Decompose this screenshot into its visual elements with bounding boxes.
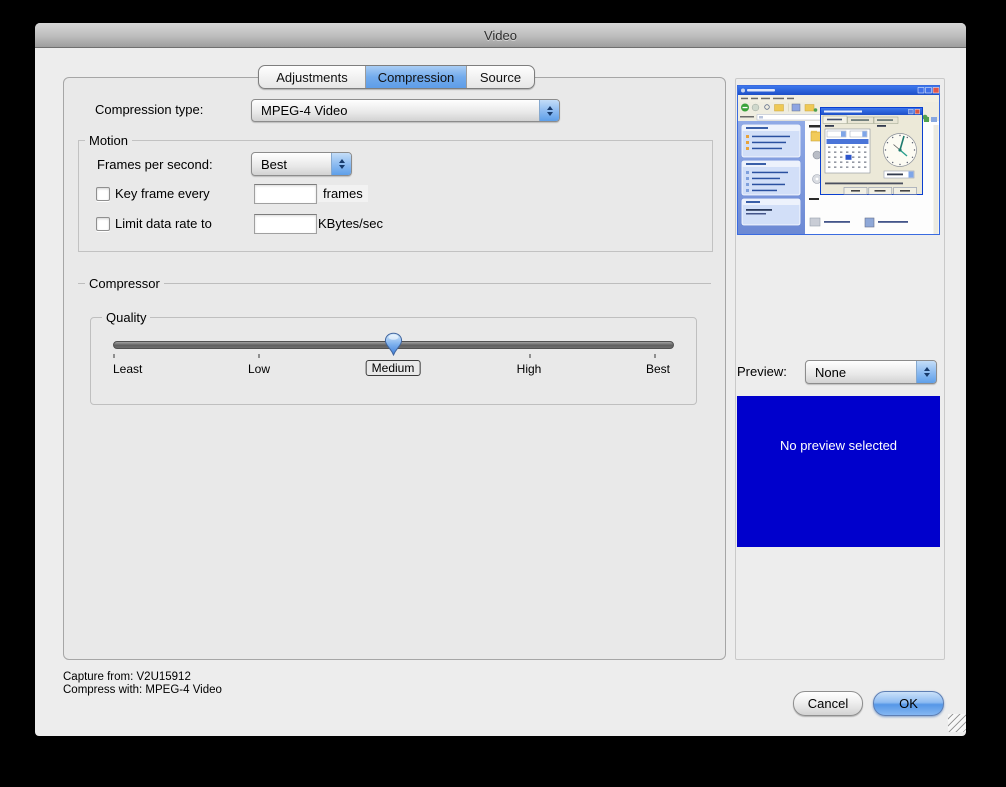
- fps-value: Best: [261, 153, 287, 175]
- key-frame-unit-label: frames: [318, 185, 368, 202]
- data-rate-field[interactable]: [254, 214, 317, 234]
- popup-stepper-icon: [539, 100, 559, 121]
- slider-tick: [654, 354, 656, 358]
- popup-stepper-icon: [916, 361, 936, 383]
- preview-display-area: No preview selected: [737, 396, 940, 547]
- resize-grip[interactable]: [948, 714, 966, 732]
- preview-popup[interactable]: None: [805, 360, 937, 384]
- compressor-separator: [78, 283, 711, 284]
- ok-button[interactable]: OK: [873, 691, 944, 716]
- tab-bar: Adjustments Compression Source: [258, 65, 535, 89]
- tab-source[interactable]: Source: [466, 66, 534, 88]
- slider-tick: [258, 354, 260, 358]
- slider-tick: [529, 354, 531, 358]
- no-preview-message: No preview selected: [780, 438, 897, 453]
- key-frame-field[interactable]: [254, 184, 317, 204]
- preview-value: None: [815, 361, 846, 383]
- data-rate-unit-label: KBytes/sec: [318, 216, 383, 231]
- quality-label-low: Low: [248, 362, 270, 376]
- data-rate-checkbox[interactable]: [96, 217, 110, 231]
- motion-group-label: Motion: [85, 133, 132, 148]
- capture-from-text: Capture from: V2U15912: [63, 671, 191, 683]
- screen: Video Adjustments Compression Source Com…: [0, 0, 1006, 787]
- compress-with-text: Compress with: MPEG-4 Video: [63, 684, 222, 696]
- tab-compression[interactable]: Compression: [365, 66, 466, 88]
- slider-tick: [113, 354, 115, 358]
- compression-type-value: MPEG-4 Video: [261, 100, 347, 121]
- tab-source-label: Source: [480, 70, 521, 85]
- data-rate-label: Limit data rate to: [115, 216, 212, 231]
- quality-group-label: Quality: [102, 310, 150, 325]
- tab-compression-label: Compression: [378, 70, 455, 85]
- video-settings-window: Video Adjustments Compression Source Com…: [35, 23, 966, 736]
- ok-button-label: OK: [899, 696, 918, 711]
- capture-preview-thumbnail: [737, 85, 940, 235]
- quality-slider-thumb[interactable]: [384, 332, 403, 364]
- preview-label: Preview:: [737, 364, 787, 379]
- key-frame-label: Key frame every: [115, 186, 210, 201]
- tab-adjustments[interactable]: Adjustments: [259, 66, 365, 88]
- quality-label-high: High: [517, 362, 542, 376]
- fps-popup[interactable]: Best: [251, 152, 352, 176]
- fps-label: Frames per second:: [97, 157, 213, 172]
- compressor-group-label: Compressor: [85, 276, 164, 291]
- quality-label-least: Least: [113, 362, 142, 376]
- quality-label-best: Best: [646, 362, 670, 376]
- popup-stepper-icon: [331, 153, 351, 175]
- compression-type-popup[interactable]: MPEG-4 Video: [251, 99, 560, 122]
- compression-type-label: Compression type:: [95, 102, 203, 117]
- key-frame-checkbox[interactable]: [96, 187, 110, 201]
- cancel-button-label: Cancel: [808, 696, 848, 711]
- window-title: Video: [484, 28, 517, 43]
- window-titlebar[interactable]: Video: [35, 23, 966, 48]
- cancel-button[interactable]: Cancel: [793, 691, 863, 716]
- tab-adjustments-label: Adjustments: [276, 70, 348, 85]
